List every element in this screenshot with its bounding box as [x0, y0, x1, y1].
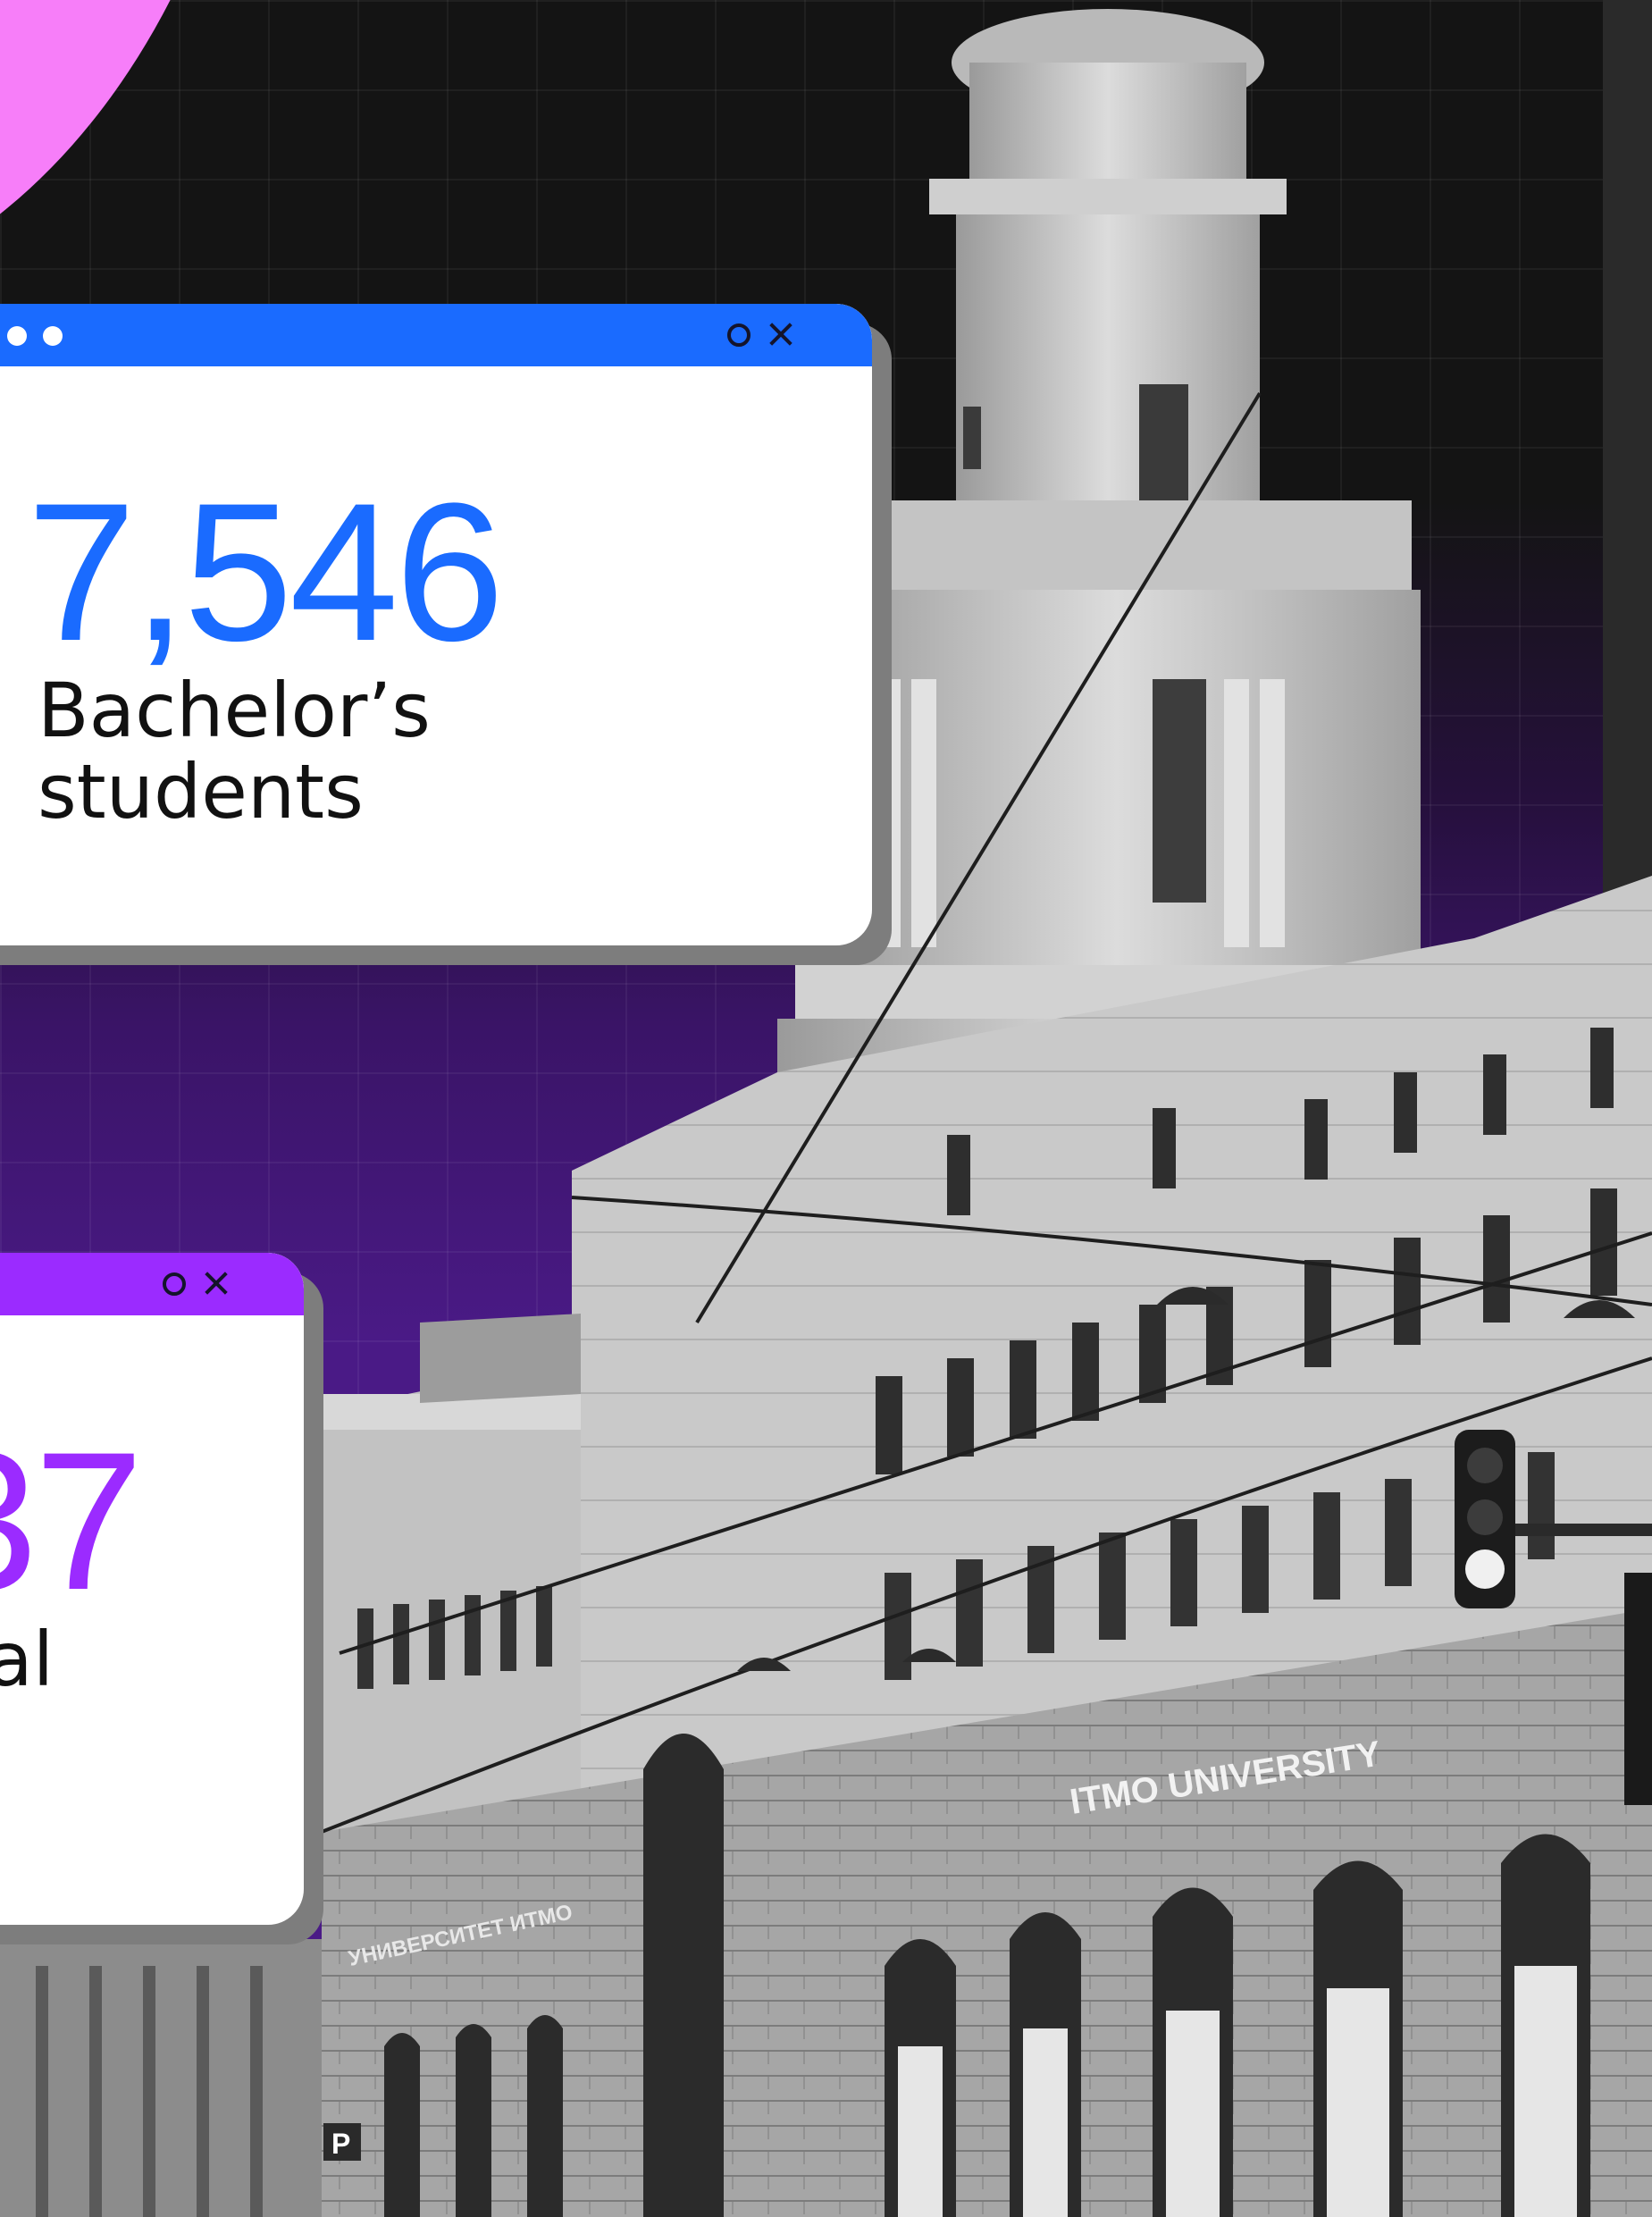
- window-title-bar: [0, 1253, 304, 1315]
- scene: P ITMO UNIVERSITY УНИВЕРСИТЕТ ИТМО 7,546…: [0, 0, 1652, 2217]
- international-stats-window: 37 nal: [0, 1253, 323, 1944]
- window-body: 7,546 Bachelor’s students: [0, 304, 872, 945]
- international-count: 37: [0, 1411, 144, 1631]
- bachelor-count: 7,546: [27, 462, 505, 682]
- window-title-bar: [0, 304, 872, 366]
- close-icon[interactable]: [765, 318, 797, 350]
- minimize-icon[interactable]: [163, 1272, 186, 1296]
- bachelor-stats-window: 7,546 Bachelor’s students: [0, 304, 892, 965]
- window-dot-icon: [7, 326, 27, 346]
- window-body: 37 nal: [0, 1253, 304, 1925]
- bachelor-label: Bachelor’s students: [38, 667, 431, 836]
- parking-sign: P: [331, 2128, 350, 2160]
- window-dot-icon: [43, 326, 63, 346]
- minimize-icon[interactable]: [727, 323, 751, 347]
- international-label: nal: [0, 1616, 55, 1703]
- close-icon[interactable]: [200, 1267, 232, 1299]
